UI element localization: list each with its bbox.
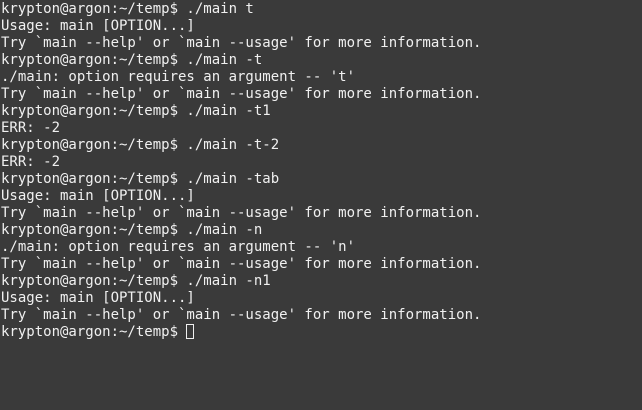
terminal-line: krypton@argon:~/temp$ ./main -n1 — [1, 273, 271, 289]
terminal-line: Usage: main [OPTION...] — [1, 18, 195, 34]
terminal-line: Try `main --help' or `main --usage' for … — [1, 307, 482, 323]
terminal-line: krypton@argon:~/temp$ ./main -tab — [1, 171, 280, 187]
prompt-line[interactable]: krypton@argon:~/temp$ — [1, 324, 642, 341]
terminal-line: krypton@argon:~/temp$ ./main t — [1, 1, 254, 17]
terminal-window[interactable]: krypton@argon:~/temp$ ./main t Usage: ma… — [0, 0, 642, 410]
terminal-line: ERR: -2 — [1, 120, 61, 136]
terminal-line: Try `main --help' or `main --usage' for … — [1, 256, 482, 272]
terminal-line: Try `main --help' or `main --usage' for … — [1, 205, 482, 221]
terminal-line: Try `main --help' or `main --usage' for … — [1, 86, 482, 102]
terminal-line: ERR: -2 — [1, 154, 61, 170]
terminal-line: Usage: main [OPTION...] — [1, 290, 195, 306]
terminal-line: ./main: option requires an argument -- '… — [1, 239, 356, 255]
terminal-line: krypton@argon:~/temp$ ./main -t1 — [1, 103, 271, 119]
prompt-text: krypton@argon:~/temp$ — [1, 324, 187, 340]
text-cursor — [186, 324, 195, 339]
terminal-line: krypton@argon:~/temp$ ./main -t-2 — [1, 137, 280, 153]
terminal-line: Try `main --help' or `main --usage' for … — [1, 35, 482, 51]
terminal-line: krypton@argon:~/temp$ ./main -t — [1, 52, 263, 68]
terminal-line: krypton@argon:~/temp$ ./main -n — [1, 222, 263, 238]
terminal-line: ./main: option requires an argument -- '… — [1, 69, 356, 85]
terminal-line: Usage: main [OPTION...] — [1, 188, 195, 204]
